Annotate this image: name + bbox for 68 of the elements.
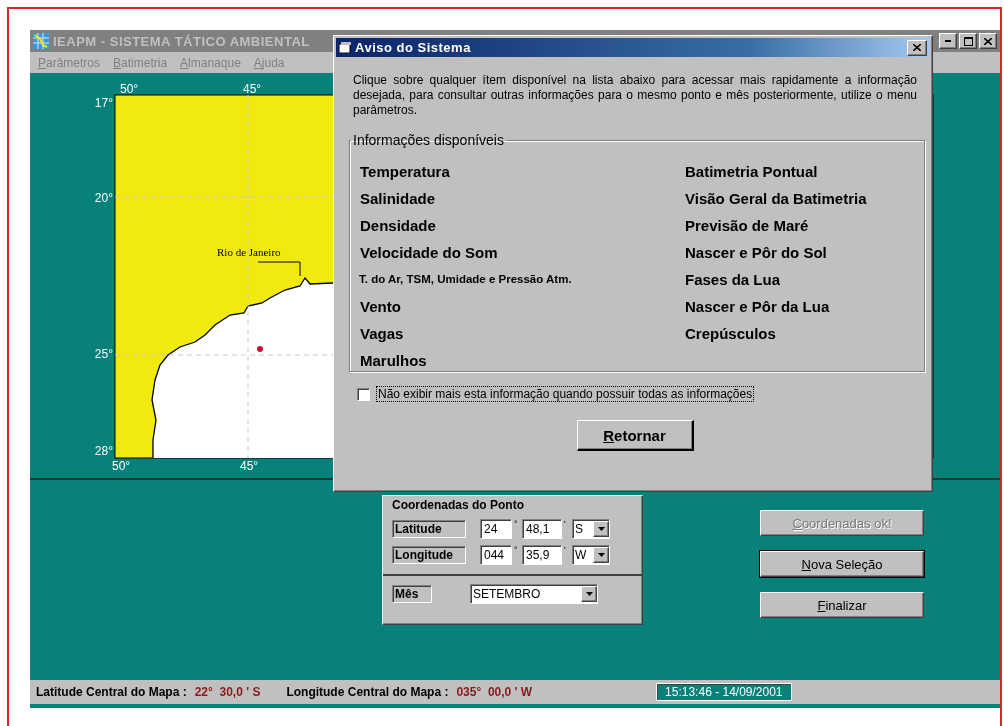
caret-icon [585, 592, 593, 596]
leader-line [257, 261, 301, 277]
info-link[interactable]: Nascer e Pôr da Lua [684, 293, 830, 320]
window-title: IEAPM - SISTEMA TÁTICO AMBIENTAL [53, 33, 310, 49]
info-link[interactable]: Crepúsculos [684, 320, 776, 347]
point-marker [257, 346, 263, 352]
longitude-label: 50° [120, 82, 139, 96]
minutes-field[interactable]: 35,9 [522, 545, 562, 565]
dialog-title: Aviso do Sistema [355, 40, 471, 55]
info-link[interactable]: Fases da Lua [684, 266, 781, 293]
longitude-label: 50° [112, 459, 131, 473]
latitude-label: 20° [94, 191, 113, 205]
hemisphere-dropdown[interactable]: S [572, 519, 610, 539]
minute-mark: ' [564, 545, 567, 555]
field-label: Longitude [392, 546, 466, 564]
info-link[interactable]: T. do Ar, TSM, Umidade e Pressão Atm. [359, 266, 572, 293]
close-icon [984, 37, 992, 45]
minimize-icon [945, 40, 951, 42]
clock: 15:13:46 - 14/09/2001 [656, 683, 792, 701]
return-button[interactable]: Retornar [576, 420, 694, 451]
info-link[interactable]: Visão Geral da Batimetria [684, 185, 867, 212]
info-link[interactable]: Temperatura [359, 158, 450, 185]
info-link[interactable]: Batimetria Pontual [684, 158, 818, 185]
info-link[interactable]: Previsão de Maré [684, 212, 809, 239]
latitude-label: 28° [94, 444, 113, 458]
close-button[interactable] [979, 33, 997, 49]
latitude-label: 17° [94, 96, 113, 110]
panel-title: Coordenadas do Ponto [391, 497, 524, 512]
degrees-field[interactable]: 044 [480, 545, 512, 565]
status-label: Latitude Central do Mapa : [36, 685, 187, 699]
degree-mark: ° [514, 519, 519, 529]
degrees-field[interactable]: 24 [480, 519, 512, 539]
status-label: Longitude Central do Mapa : [286, 685, 449, 699]
info-link[interactable]: Densidade [359, 212, 436, 239]
caret-icon [597, 553, 605, 557]
group-title: Informações disponíveis [352, 132, 505, 148]
info-link[interactable]: Velocidade do Som [359, 239, 498, 266]
maximize-button[interactable] [959, 33, 977, 49]
info-link[interactable]: Vento [359, 293, 401, 320]
status-value: 22° 30,0 ' S [194, 685, 261, 699]
place-label: Rio de Janeiro [217, 246, 281, 258]
globe-grid-icon [33, 33, 49, 49]
status-value: 035° 00,0 ' W [456, 685, 533, 699]
info-link[interactable]: Vagas [359, 320, 404, 347]
month-dropdown[interactable]: SETEMBRO [470, 584, 598, 604]
info-link[interactable]: Marulhos [359, 347, 427, 374]
close-icon [913, 44, 921, 51]
info-link[interactable]: Salinidade [359, 185, 436, 212]
minute-mark: ' [564, 519, 567, 529]
longitude-label: 45° [240, 459, 259, 473]
field-label: Mês [392, 585, 432, 603]
longitude-label: 45° [243, 82, 262, 96]
caret-icon [597, 527, 605, 531]
minutes-field[interactable]: 48,1 [522, 519, 562, 539]
info-message: Clique sobre qualquer ítem disponível na lista abaixo para acessar mais rapidamente a informação desejada, para consultar outras informações para o mesmo ponto e mês posteriormente, utilize o menu parâmetros. [353, 73, 917, 118]
field-label: Latitude [392, 520, 466, 538]
degree-mark: ° [514, 545, 519, 555]
window-icon [339, 42, 351, 53]
hemisphere-dropdown[interactable]: W [572, 545, 610, 565]
minimize-button[interactable] [939, 33, 957, 49]
action-button[interactable]: Finalizar [760, 592, 924, 618]
checkbox[interactable] [357, 387, 370, 401]
close-button[interactable] [907, 39, 927, 56]
latitude-label: 25° [94, 347, 113, 361]
maximize-icon [963, 36, 973, 46]
info-link[interactable]: Nascer e Pôr do Sol [684, 239, 827, 266]
action-button[interactable]: Nova Seleção [760, 551, 924, 577]
checkbox-label[interactable]: Não exibir mais esta informação quando possuir todas as informações [376, 386, 755, 402]
